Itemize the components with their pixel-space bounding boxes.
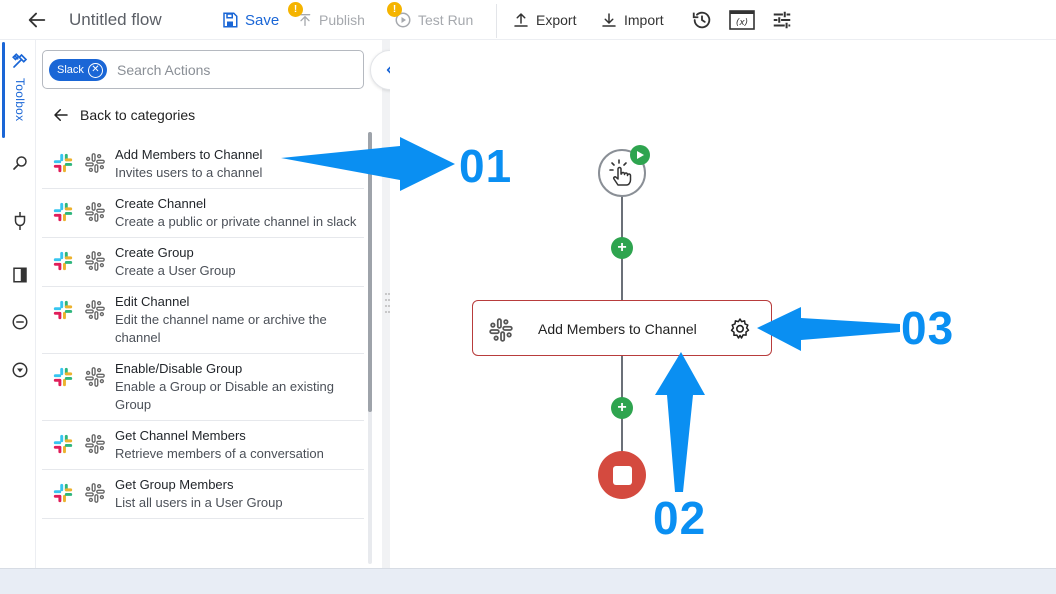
annotation-label-02: 02 xyxy=(653,492,707,544)
os-taskbar xyxy=(0,568,1056,594)
annotation-arrow-3 xyxy=(757,307,900,351)
annotation-label-03: 03 xyxy=(901,302,955,354)
annotation-arrow-2 xyxy=(655,352,705,492)
annotation-arrows xyxy=(281,137,900,492)
annotation-label-01: 01 xyxy=(459,140,513,192)
annotation-arrow-1 xyxy=(281,137,455,191)
